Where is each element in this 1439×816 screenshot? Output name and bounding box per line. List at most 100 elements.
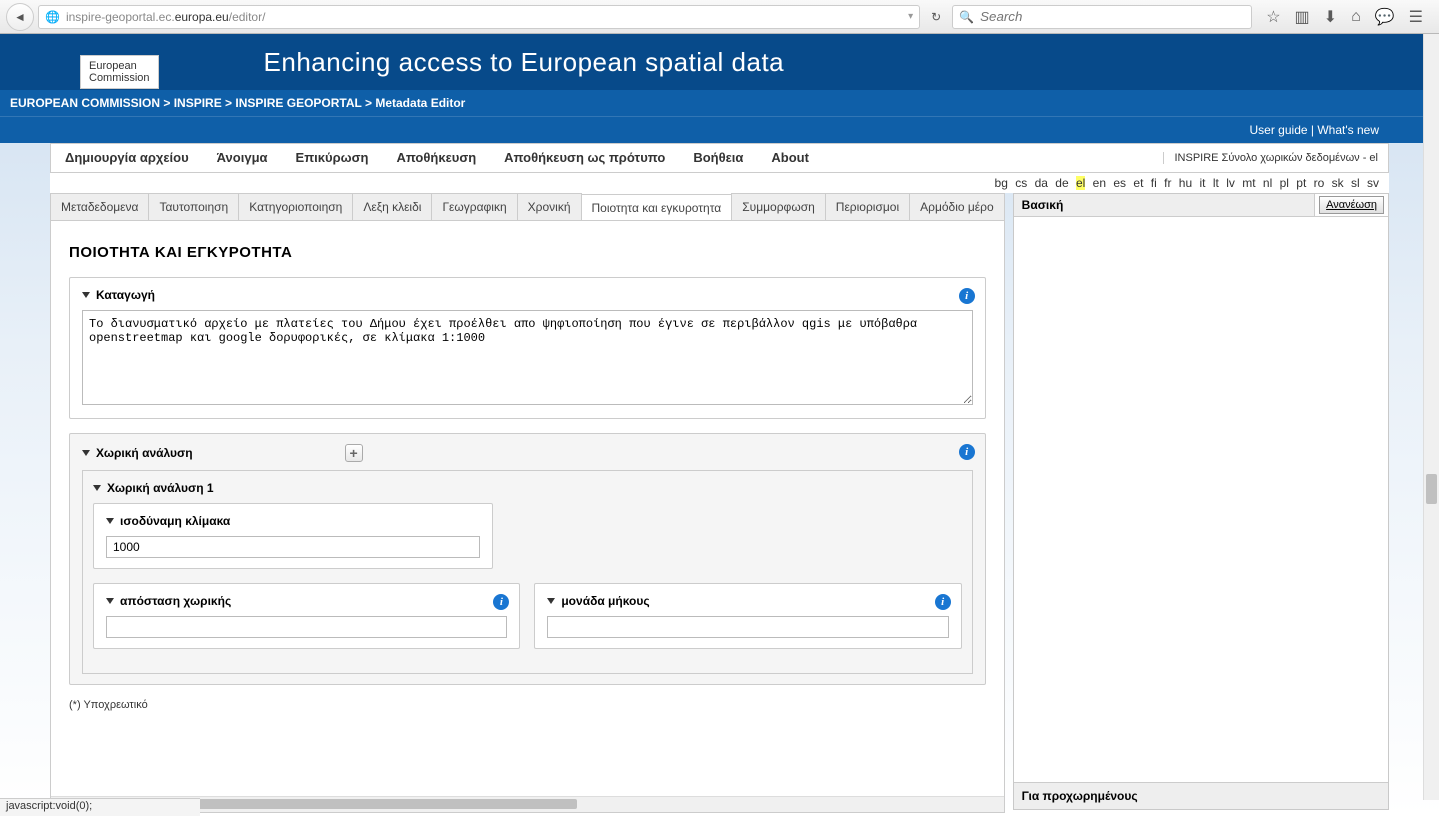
- chevron-down-icon[interactable]: [93, 485, 101, 491]
- chevron-down-icon[interactable]: [82, 450, 90, 456]
- footnote: (*) Υποχρεωτικό: [69, 699, 986, 711]
- basic-header: Βασική: [1014, 194, 1315, 216]
- home-icon[interactable]: ⌂: [1351, 8, 1361, 26]
- star-icon[interactable]: ☆: [1266, 7, 1280, 27]
- lang-nl[interactable]: nl: [1263, 176, 1272, 190]
- lang-lv[interactable]: lv: [1226, 176, 1235, 190]
- lang-lt[interactable]: lt: [1213, 176, 1219, 190]
- info-icon[interactable]: i: [959, 288, 975, 304]
- advanced-header[interactable]: Για προχωρημένους: [1014, 782, 1388, 809]
- distance-input[interactable]: [106, 616, 507, 638]
- menu-item[interactable]: About: [757, 144, 823, 172]
- back-button[interactable]: ◄: [6, 3, 34, 31]
- lang-es[interactable]: es: [1113, 176, 1126, 190]
- lang-it[interactable]: it: [1200, 176, 1206, 190]
- user-guide-link[interactable]: User guide: [1250, 123, 1308, 137]
- lineage-panel: i Καταγωγή: [69, 277, 986, 419]
- site-title: Enhancing access to European spatial dat…: [264, 47, 785, 78]
- browser-status-bar: javascript:void(0);: [0, 798, 200, 816]
- search-icon: 🔍: [959, 10, 974, 24]
- info-icon[interactable]: i: [935, 594, 951, 610]
- lang-ro[interactable]: ro: [1314, 176, 1325, 190]
- page: European Commission Enhancing access to …: [0, 34, 1439, 816]
- lang-pt[interactable]: pt: [1296, 176, 1306, 190]
- browser-toolbar: ◄ 🌐 inspire-geoportal.ec.europa.eu/edito…: [0, 0, 1439, 34]
- lang-de[interactable]: de: [1055, 176, 1068, 190]
- tab-item[interactable]: Ταυτοποιηση: [148, 193, 239, 220]
- url-text: inspire-geoportal.ec.europa.eu/editor/: [66, 10, 902, 24]
- tab-item[interactable]: Γεωγραφικη: [431, 193, 517, 220]
- refresh-button[interactable]: Ανανέωση: [1319, 196, 1384, 214]
- lang-pl[interactable]: pl: [1280, 176, 1289, 190]
- tab-item[interactable]: Μεταδεδομενα: [51, 193, 149, 220]
- tab-item[interactable]: Περιορισμοι: [825, 193, 910, 220]
- lang-bg[interactable]: bg: [995, 176, 1008, 190]
- dropdown-icon[interactable]: ▾: [908, 11, 913, 22]
- lineage-label: Καταγωγή: [96, 288, 155, 302]
- browser-search[interactable]: 🔍: [952, 5, 1252, 29]
- spatial-label: Χωρική ανάλυση: [96, 446, 193, 460]
- menu-item[interactable]: Βοήθεια: [679, 144, 757, 172]
- lineage-textarea[interactable]: [82, 310, 973, 405]
- language-bar: bg cs da de el en es et fi fr hu it lt l…: [50, 173, 1389, 193]
- tab-item[interactable]: Χρονική: [517, 193, 582, 220]
- chevron-down-icon[interactable]: [547, 598, 555, 604]
- unit-label: μονάδα μήκους: [561, 594, 649, 608]
- lang-sv[interactable]: sv: [1367, 176, 1379, 190]
- breadcrumb-item[interactable]: INSPIRE: [174, 96, 222, 110]
- chat-icon[interactable]: 💬: [1375, 7, 1395, 27]
- reload-button[interactable]: ↻: [924, 5, 948, 29]
- search-input[interactable]: [980, 9, 1245, 24]
- breadcrumb-item[interactable]: Metadata Editor: [375, 96, 465, 110]
- lang-cs[interactable]: cs: [1015, 176, 1027, 190]
- menu-item[interactable]: Αποθήκευση ως πρότυπο: [490, 144, 679, 172]
- lang-fr[interactable]: fr: [1164, 176, 1171, 190]
- scale-label: ισοδύναμη κλίμακα: [120, 514, 230, 528]
- lang-hu[interactable]: hu: [1179, 176, 1192, 190]
- tab-item[interactable]: Συμμορφωση: [731, 193, 826, 220]
- menu-icon[interactable]: ☰: [1409, 7, 1423, 27]
- download-icon[interactable]: ⬇: [1324, 7, 1337, 27]
- tab-bar: ΜεταδεδομεναΤαυτοποιησηΚατηγοριοποιησηΛε…: [51, 193, 1004, 221]
- chevron-down-icon[interactable]: [106, 598, 114, 604]
- menu-item[interactable]: Επικύρωση: [282, 144, 383, 172]
- menu-item[interactable]: Αποθήκευση: [382, 144, 490, 172]
- lang-da[interactable]: da: [1035, 176, 1048, 190]
- url-bar[interactable]: 🌐 inspire-geoportal.ec.europa.eu/editor/…: [38, 5, 920, 29]
- library-icon[interactable]: ▥: [1295, 7, 1310, 27]
- lang-fi[interactable]: fi: [1151, 176, 1157, 190]
- lang-sl[interactable]: sl: [1351, 176, 1360, 190]
- ec-logo: European Commission: [80, 55, 159, 89]
- breadcrumb-item[interactable]: INSPIRE GEOPORTAL: [235, 96, 361, 110]
- site-header: European Commission Enhancing access to …: [0, 34, 1439, 90]
- lang-et[interactable]: et: [1133, 176, 1143, 190]
- breadcrumb-item[interactable]: EUROPEAN COMMISSION: [10, 96, 160, 110]
- distance-panel: i απόσταση χωρικής: [93, 583, 520, 649]
- unit-input[interactable]: [547, 616, 948, 638]
- tab-item[interactable]: Αρμόδιο μέρο: [909, 193, 1004, 220]
- page-heading: ΠΟΙΟΤΗΤΑ ΚΑΙ ΕΓΚΥΡΟΤΗΤΑ: [69, 244, 986, 261]
- lang-en[interactable]: en: [1093, 176, 1106, 190]
- tab-item[interactable]: Λεξη κλειδι: [352, 193, 432, 220]
- menubar-status: INSPIRE Σύνολο χωρικών δεδομένων - el: [1163, 152, 1388, 164]
- tab-item[interactable]: Κατηγοριοποιηση: [238, 193, 353, 220]
- menu-item[interactable]: Δημιουργία αρχείου: [51, 144, 203, 172]
- spatial-resolution-panel: i Χωρική ανάλυση + Χωρική ανάλυση 1: [69, 433, 986, 685]
- lang-sk[interactable]: sk: [1332, 176, 1344, 190]
- validation-panel: Βασική Ανανέωση Για προχωρημένους: [1013, 193, 1389, 813]
- lang-el[interactable]: el: [1076, 176, 1085, 190]
- whats-new-link[interactable]: What's new: [1317, 123, 1379, 137]
- unit-panel: i μονάδα μήκους: [534, 583, 961, 649]
- spatial-item-panel: Χωρική ανάλυση 1 ισοδύναμη κλίμακα: [82, 470, 973, 674]
- chevron-down-icon[interactable]: [106, 518, 114, 524]
- vertical-scrollbar[interactable]: [1423, 34, 1439, 800]
- chevron-down-icon[interactable]: [82, 292, 90, 298]
- add-button[interactable]: +: [345, 444, 363, 462]
- menubar: Δημιουργία αρχείουΆνοιγμαΕπικύρωσηΑποθήκ…: [50, 143, 1389, 173]
- lang-mt[interactable]: mt: [1242, 176, 1255, 190]
- validation-body: [1014, 217, 1388, 782]
- info-icon[interactable]: i: [959, 444, 975, 460]
- tab-item[interactable]: Ποιοτητα και εγκυροτητα: [581, 194, 733, 221]
- scale-input[interactable]: [106, 536, 480, 558]
- menu-item[interactable]: Άνοιγμα: [203, 144, 282, 172]
